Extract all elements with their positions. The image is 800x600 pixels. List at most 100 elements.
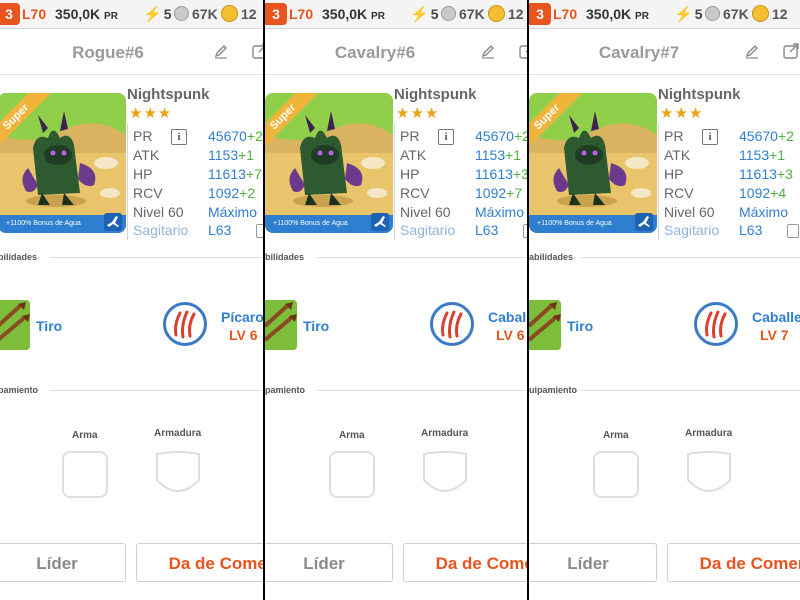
energy-counter[interactable]: ⚡ 5 <box>143 0 171 28</box>
page-title: Cavalry#7 <box>598 43 680 62</box>
level-label: Nivel 60 <box>133 204 184 220</box>
bolt-icon: ⚡ <box>143 6 162 23</box>
stats-panel: PR i 45670+2 ATK 1153+1 HP 11613+3 RCV 1… <box>394 124 527 240</box>
skill-icon[interactable] <box>265 300 297 350</box>
level-badge: 3 <box>529 3 551 25</box>
edit-pencil-icon[interactable] <box>213 43 229 59</box>
bolt-icon: ⚡ <box>674 6 693 23</box>
stat-value-rcv: 1092+4 <box>739 185 787 201</box>
armor-slot[interactable] <box>684 450 734 502</box>
abilities-section-label: abilidades <box>529 252 574 262</box>
arrows-icon <box>0 300 30 350</box>
zodiac-label[interactable]: Sagitario <box>664 222 719 238</box>
class-circle[interactable] <box>694 302 738 346</box>
skill-icon[interactable] <box>0 300 30 350</box>
share-icon[interactable] <box>251 42 263 60</box>
status-bar: 3 L70 350,0K PR ⚡ 5 67K 12 <box>529 0 800 29</box>
info-icon[interactable]: i <box>438 129 454 145</box>
coins-counter[interactable]: 12 <box>488 0 524 28</box>
gems-counter[interactable]: 67K <box>441 0 485 28</box>
skill-name[interactable]: Tiro <box>303 318 329 334</box>
checkbox[interactable] <box>523 224 527 238</box>
rarity-stars: ★★★ <box>129 105 173 122</box>
claw-marks-icon <box>705 310 727 339</box>
coin-icon <box>221 5 238 22</box>
feed-button[interactable]: Da de Comer <box>667 543 800 582</box>
checkbox[interactable] <box>256 224 263 238</box>
weapon-slot[interactable] <box>62 451 108 498</box>
monster-name: Nightspunk <box>127 86 210 103</box>
hero-detail-screen: 3 L70 350,0K PR ⚡ 5 67K 12 Cavalry#6 Sup… <box>265 0 527 600</box>
armor-slot[interactable] <box>420 450 470 502</box>
coins-counter[interactable]: 12 <box>221 0 257 28</box>
class-circle[interactable] <box>163 302 207 346</box>
gems-counter[interactable]: 67K <box>174 0 218 28</box>
share-icon[interactable] <box>518 42 527 60</box>
zodiac-level: L63 <box>739 222 763 238</box>
armor-slot[interactable] <box>153 450 203 502</box>
energy-counter[interactable]: ⚡ 5 <box>674 0 702 28</box>
stat-label-rcv: RCV <box>133 185 163 201</box>
hero-header: Cavalry#6 <box>265 29 527 75</box>
divider <box>317 257 527 258</box>
energy-counter[interactable]: ⚡ 5 <box>410 0 438 28</box>
stat-label-pr: PR <box>664 128 684 144</box>
leader-button[interactable]: Líder <box>529 543 657 582</box>
stat-label-hp: HP <box>400 166 420 182</box>
zodiac-label[interactable]: Sagitario <box>133 222 188 238</box>
stat-value-pr: 45670+2 <box>475 128 527 144</box>
gems-counter[interactable]: 67K <box>705 0 749 28</box>
stats-panel: PR i 45670+2 ATK 1153+1 HP 11613+3 RCV 1… <box>658 124 800 240</box>
stat-value-pr: 45670+2 <box>739 128 794 144</box>
stat-value-rcv: 1092+7 <box>475 185 523 201</box>
monster-card[interactable]: Super +1100% Bonus de Agua <box>529 93 657 233</box>
weapon-label: Arma <box>72 430 98 441</box>
leader-button[interactable]: Líder <box>265 543 393 582</box>
stat-label-pr: PR <box>400 128 420 144</box>
class-name: Caballe <box>488 309 527 325</box>
stat-value-hp: 11613+3 <box>475 166 527 182</box>
info-icon[interactable]: i <box>702 129 718 145</box>
rarity-stars: ★★★ <box>660 105 704 122</box>
edit-pencil-icon[interactable] <box>480 43 496 59</box>
equipment-section-label: pamiento <box>0 385 39 395</box>
edit-pencil-icon[interactable] <box>744 43 760 59</box>
zodiac-level: L63 <box>208 222 232 238</box>
feed-button[interactable]: Da de Comer <box>136 543 263 582</box>
equipment-section-label: pamiento <box>265 385 306 395</box>
skill-icon[interactable] <box>529 300 561 350</box>
armor-label: Armadura <box>154 428 202 439</box>
weapon-slot[interactable] <box>593 451 639 498</box>
share-icon[interactable] <box>782 42 800 60</box>
stat-value-atk: 1153+1 <box>208 147 255 163</box>
weapon-label: Arma <box>339 430 365 441</box>
hero-detail-screen: 3 L70 350,0K PR ⚡ 5 67K 12 Rogue#6 Super… <box>0 0 263 600</box>
coins-counter[interactable]: 12 <box>752 0 788 28</box>
divider <box>581 390 800 391</box>
power-rating: 350,0K PR <box>586 6 649 22</box>
divider <box>581 257 800 258</box>
abilities-section-label: bilidades <box>0 252 38 262</box>
info-icon[interactable]: i <box>171 129 187 145</box>
hero-header: Rogue#6 <box>0 29 263 75</box>
stat-value-pr: 45670+2 <box>208 128 263 144</box>
plane-icon <box>635 213 653 231</box>
monster-card[interactable]: Super +1100% Bonus de Agua <box>265 93 393 233</box>
arrows-icon <box>529 300 561 350</box>
rarity-stars: ★★★ <box>396 105 440 122</box>
checkbox[interactable] <box>787 224 799 238</box>
class-circle[interactable] <box>430 302 474 346</box>
zodiac-label[interactable]: Sagitario <box>400 222 455 238</box>
feed-button[interactable]: Da de Comer <box>403 543 527 582</box>
stat-label-atk: ATK <box>133 147 160 163</box>
skill-name[interactable]: Tiro <box>567 318 593 334</box>
leader-button[interactable]: Líder <box>0 543 126 582</box>
weapon-slot[interactable] <box>329 451 375 498</box>
level-label: Nivel 60 <box>664 204 715 220</box>
level-badge: 3 <box>265 3 287 25</box>
monster-card[interactable]: Super +1100% Bonus de Agua <box>0 93 126 233</box>
stat-label-pr: PR <box>133 128 153 144</box>
level-label: Nivel 60 <box>400 204 451 220</box>
skill-name[interactable]: Tiro <box>36 318 62 334</box>
zodiac-level: L63 <box>475 222 499 238</box>
